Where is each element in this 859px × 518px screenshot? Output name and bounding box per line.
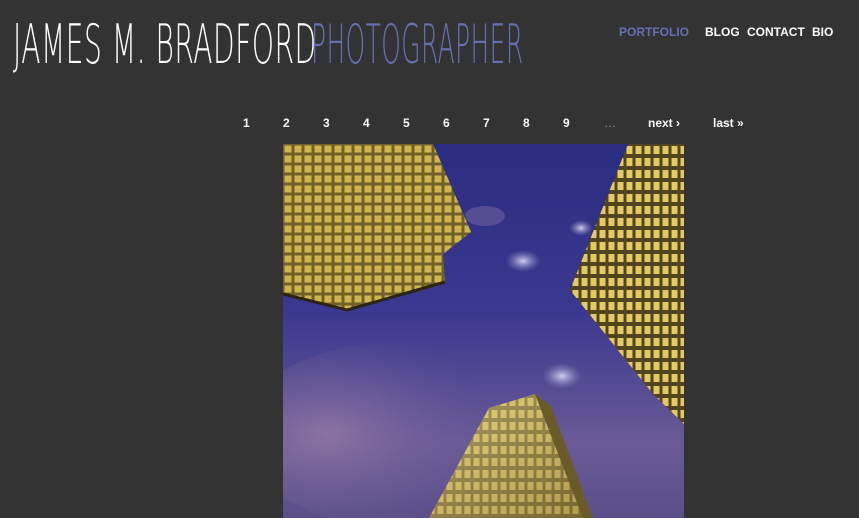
site-name: JAMES M. BRADFORD (13, 13, 317, 76)
page-link-9[interactable]: 9 (563, 116, 570, 130)
nav-portfolio[interactable]: PORTFOLIO (619, 25, 689, 39)
site-title: PHOTOGRAPHER (311, 13, 524, 76)
page-link-2[interactable]: 2 (283, 116, 290, 130)
page-link-1[interactable]: 1 (243, 116, 250, 130)
page-link-4[interactable]: 4 (363, 116, 370, 130)
page-link-8[interactable]: 8 (523, 116, 530, 130)
nav-bio[interactable]: BIO (812, 25, 833, 39)
site-logo[interactable]: JAMES M. BRADFORD PHOTOGRAPHER (13, 13, 523, 76)
last-page-link[interactable]: last » (713, 116, 744, 130)
skyscrapers-photo (283, 144, 684, 518)
next-page-link[interactable]: next › (648, 116, 680, 130)
page-link-5[interactable]: 5 (403, 116, 410, 130)
nav-blog[interactable]: BLOG (705, 25, 740, 39)
page-link-6[interactable]: 6 (443, 116, 450, 130)
portfolio-photo[interactable] (283, 144, 684, 518)
pagination: 1 2 3 4 5 6 7 8 9 … next › last » (0, 116, 859, 130)
pager-ellipsis: … (604, 116, 616, 130)
page-link-7[interactable]: 7 (483, 116, 490, 130)
page-link-3[interactable]: 3 (323, 116, 330, 130)
nav-contact[interactable]: CONTACT (747, 25, 805, 39)
